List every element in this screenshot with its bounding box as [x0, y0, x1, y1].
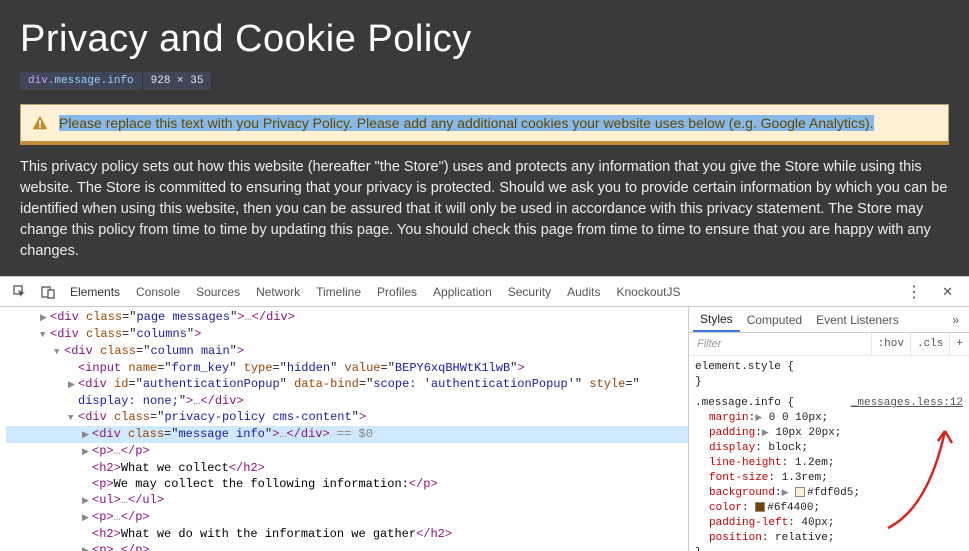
tab-event-listeners[interactable]: Event Listeners	[809, 307, 906, 332]
pill-dimensions: 928 × 35	[143, 72, 212, 90]
tab-computed[interactable]: Computed	[740, 307, 809, 332]
warning-icon	[31, 114, 49, 132]
tab-timeline[interactable]: Timeline	[308, 277, 369, 306]
tab-security[interactable]: Security	[500, 277, 559, 306]
device-icon[interactable]	[34, 277, 62, 306]
info-message-text: Please replace this text with you Privac…	[59, 115, 874, 131]
tab-styles[interactable]: Styles	[693, 307, 740, 332]
tab-knockout[interactable]: KnockoutJS	[608, 277, 688, 306]
css-rules[interactable]: element.style { } _messages.less:12.mess…	[689, 356, 969, 551]
tab-application[interactable]: Application	[425, 277, 500, 306]
styles-tabs: Styles Computed Event Listeners »	[689, 307, 969, 333]
page-title: Privacy and Cookie Policy	[20, 18, 949, 61]
tab-elements[interactable]: Elements	[62, 277, 128, 306]
element-selector-pill: div.message.info 928 × 35	[20, 72, 211, 90]
styles-filter-input[interactable]: Filter	[689, 338, 871, 350]
tab-sources[interactable]: Sources	[188, 277, 248, 306]
styles-filter-row: Filter :hov .cls +	[689, 333, 969, 356]
inspect-icon[interactable]	[6, 277, 34, 306]
source-link[interactable]: _messages.less:12	[851, 396, 963, 411]
close-icon[interactable]: ✕	[932, 284, 963, 300]
policy-body-text: This privacy policy sets out how this we…	[20, 157, 949, 262]
devtools-tabs: Elements Console Sources Network Timelin…	[0, 277, 969, 307]
hov-toggle[interactable]: :hov	[871, 333, 910, 355]
pill-selector: div.message.info	[20, 72, 143, 90]
devtools-right-controls: ⋮ ✕	[896, 282, 963, 302]
chevron-right-icon[interactable]: »	[946, 313, 965, 327]
plus-icon[interactable]: +	[949, 333, 969, 355]
more-icon[interactable]: ⋮	[896, 282, 932, 302]
tab-audits[interactable]: Audits	[559, 277, 608, 306]
page-viewport: Privacy and Cookie Policy div.message.in…	[0, 0, 969, 276]
info-message-box: Please replace this text with you Privac…	[20, 104, 949, 145]
devtools-panel: Elements Console Sources Network Timelin…	[0, 276, 969, 551]
tab-console[interactable]: Console	[128, 277, 188, 306]
devtools-body: <div class="page messages">…</div> <div …	[0, 307, 969, 551]
styles-panel: Styles Computed Event Listeners » Filter…	[689, 307, 969, 551]
tab-network[interactable]: Network	[248, 277, 308, 306]
selected-dom-node: <div class="message info">…</div> == $0	[6, 426, 688, 443]
dom-tree[interactable]: <div class="page messages">…</div> <div …	[0, 307, 689, 551]
cls-toggle[interactable]: .cls	[910, 333, 949, 355]
tab-profiles[interactable]: Profiles	[369, 277, 425, 306]
